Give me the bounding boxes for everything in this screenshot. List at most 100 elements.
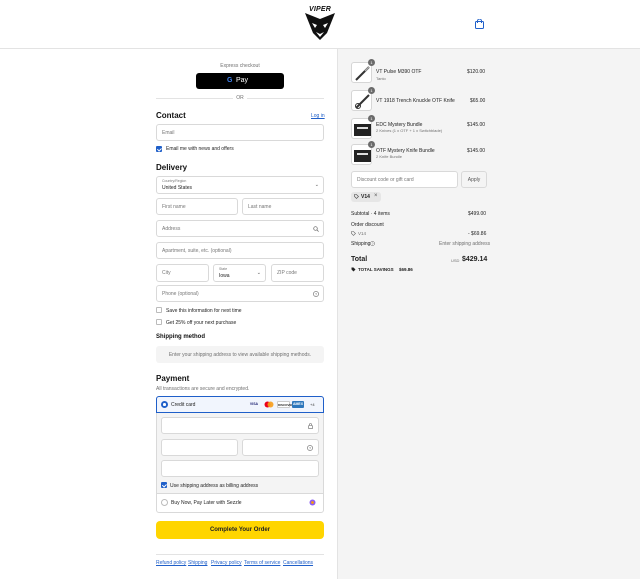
checkout-form: Express checkout G Pay OR Contact Log in… [0, 49, 337, 579]
savings-label: TOTAL SAVINGS [358, 267, 394, 272]
google-g-icon: G [227, 77, 233, 84]
tag-icon [354, 194, 359, 199]
remove-discount-icon[interactable]: × [374, 193, 378, 199]
total-value: $429.14 [462, 256, 488, 263]
amex-icon: AMEX [292, 401, 304, 408]
discount-value: - $69.86 [468, 231, 487, 237]
quantity-badge: 1 [368, 87, 375, 94]
phone-placeholder: Phone (optional) [162, 291, 199, 297]
lock-icon [308, 423, 313, 429]
card-number-field[interactable] [161, 417, 319, 434]
discount-code-field[interactable]: Discount code or gift card [351, 171, 458, 188]
item-variant: Tanto [376, 76, 386, 81]
sezzle-radio[interactable] [161, 499, 168, 506]
shopping-bag-icon[interactable] [475, 19, 484, 29]
item-price: $145.00 [467, 122, 486, 128]
security-code-field[interactable]: ? [242, 439, 319, 456]
news-label: Email me with news and offers [166, 146, 234, 152]
phone-field[interactable]: Phone (optional) ? [156, 285, 324, 302]
gpay-label: Pay [236, 77, 249, 84]
google-pay-button[interactable]: G Pay [196, 73, 284, 89]
quantity-badge: 1 [368, 141, 375, 148]
shipping-value: Enter shipping address [439, 241, 491, 247]
login-link[interactable]: Log in [311, 113, 325, 119]
subtotal-label: Subtotal · 4 items [351, 211, 390, 217]
order-discount-label: Order discount [351, 222, 384, 228]
city-field[interactable]: City [156, 264, 209, 282]
save-info-label: Save this information for next time [166, 308, 242, 314]
mastercard-icon [263, 401, 275, 408]
chevron-down-icon: ⌄ [314, 182, 319, 188]
country-label: Country/Region [162, 179, 187, 183]
shipping-method-message: Enter your shipping address to view avai… [156, 346, 324, 363]
complete-order-button[interactable]: Complete Your Order [156, 521, 324, 539]
state-select[interactable]: State Iowa ⌄ [213, 264, 266, 282]
svg-text:?: ? [372, 242, 374, 246]
shipping-label: Shipping [351, 241, 371, 247]
billing-label: Use shipping address as billing address [170, 483, 259, 489]
country-select[interactable]: Country/Region United States ⌄ [156, 176, 324, 194]
delivery-title: Delivery [156, 163, 188, 172]
expiry-field[interactable] [161, 439, 238, 456]
sezzle-icon [309, 499, 316, 506]
help-icon[interactable]: ? [313, 291, 319, 297]
quantity-badge: 1 [368, 115, 375, 122]
knife-icon [355, 66, 370, 81]
credit-card-radio[interactable] [161, 401, 168, 408]
refund-policy-link[interactable]: Refund policy [156, 560, 186, 566]
news-checkbox[interactable] [156, 146, 162, 152]
savings-value: $69.86 [399, 267, 413, 272]
email-field[interactable]: Email [156, 124, 324, 141]
help-icon[interactable]: ? [370, 241, 375, 246]
state-label: State [219, 267, 228, 271]
first-name-placeholder: First name [162, 204, 186, 210]
name-on-card-field[interactable] [161, 460, 319, 477]
address-placeholder: Address [162, 226, 181, 232]
apartment-field[interactable]: Apartment, suite, etc. (optional) [156, 242, 324, 259]
item-price: $120.00 [467, 69, 486, 75]
item-price: $65.00 [470, 98, 486, 104]
item-name: VT 1918 Trench Knuckle OTF Knife [376, 98, 455, 104]
state-value: Iowa [219, 273, 230, 279]
payment-title: Payment [156, 374, 190, 383]
address-field[interactable]: Address [156, 220, 324, 237]
discount-placeholder: Discount code or gift card [357, 177, 414, 183]
total-label: Total [351, 256, 368, 263]
discount-signup-checkbox[interactable] [156, 319, 162, 325]
shipping-method-title: Shipping method [156, 334, 205, 340]
billing-checkbox[interactable] [161, 482, 167, 488]
zip-placeholder: ZIP code [277, 270, 297, 276]
apply-button[interactable]: Apply [461, 171, 487, 188]
cancellations-link[interactable]: Cancellations [283, 560, 313, 566]
more-brands-badge[interactable]: +4 [310, 402, 315, 407]
discount-signup-label: Get 25% off your next purchase [166, 320, 237, 326]
item-variant: 2 Knife Bundle [376, 154, 403, 159]
credit-card-label: Credit card [171, 402, 196, 408]
email-placeholder: Email [162, 130, 175, 136]
order-summary: 1 VT Pulse M390 OTF Tanto $120.00 1 VT 1… [337, 49, 640, 579]
privacy-policy-link[interactable]: Privacy policy [211, 560, 242, 566]
last-name-field[interactable]: Last name [242, 198, 324, 215]
currency-label: USD [451, 258, 460, 263]
option-divider [156, 493, 324, 494]
savings-tag-icon [351, 267, 356, 272]
shipping-link[interactable]: Shipping [188, 560, 207, 566]
search-icon [313, 226, 319, 232]
payment-subtitle: All transactions are secure and encrypte… [156, 386, 250, 392]
contact-title: Contact [156, 111, 186, 120]
discover-icon: DISCOVER [277, 401, 294, 408]
bundle-box-icon [354, 124, 371, 136]
visa-icon: VISA [249, 402, 259, 406]
discount-tag: V14 × [351, 192, 381, 202]
knife-icon [355, 94, 370, 109]
save-info-checkbox[interactable] [156, 307, 162, 313]
last-name-placeholder: Last name [248, 204, 272, 210]
sezzle-label[interactable]: Buy Now, Pay Later with Sezzle [171, 500, 242, 506]
zip-field[interactable]: ZIP code [271, 264, 324, 282]
help-icon[interactable]: ? [307, 445, 313, 451]
discount-code-label: V14 [358, 231, 367, 236]
discount-tag-code: V14 [361, 194, 370, 200]
terms-link[interactable]: Terms of service [244, 560, 280, 566]
viper-logo[interactable]: VIPER [301, 5, 339, 43]
first-name-field[interactable]: First name [156, 198, 238, 215]
